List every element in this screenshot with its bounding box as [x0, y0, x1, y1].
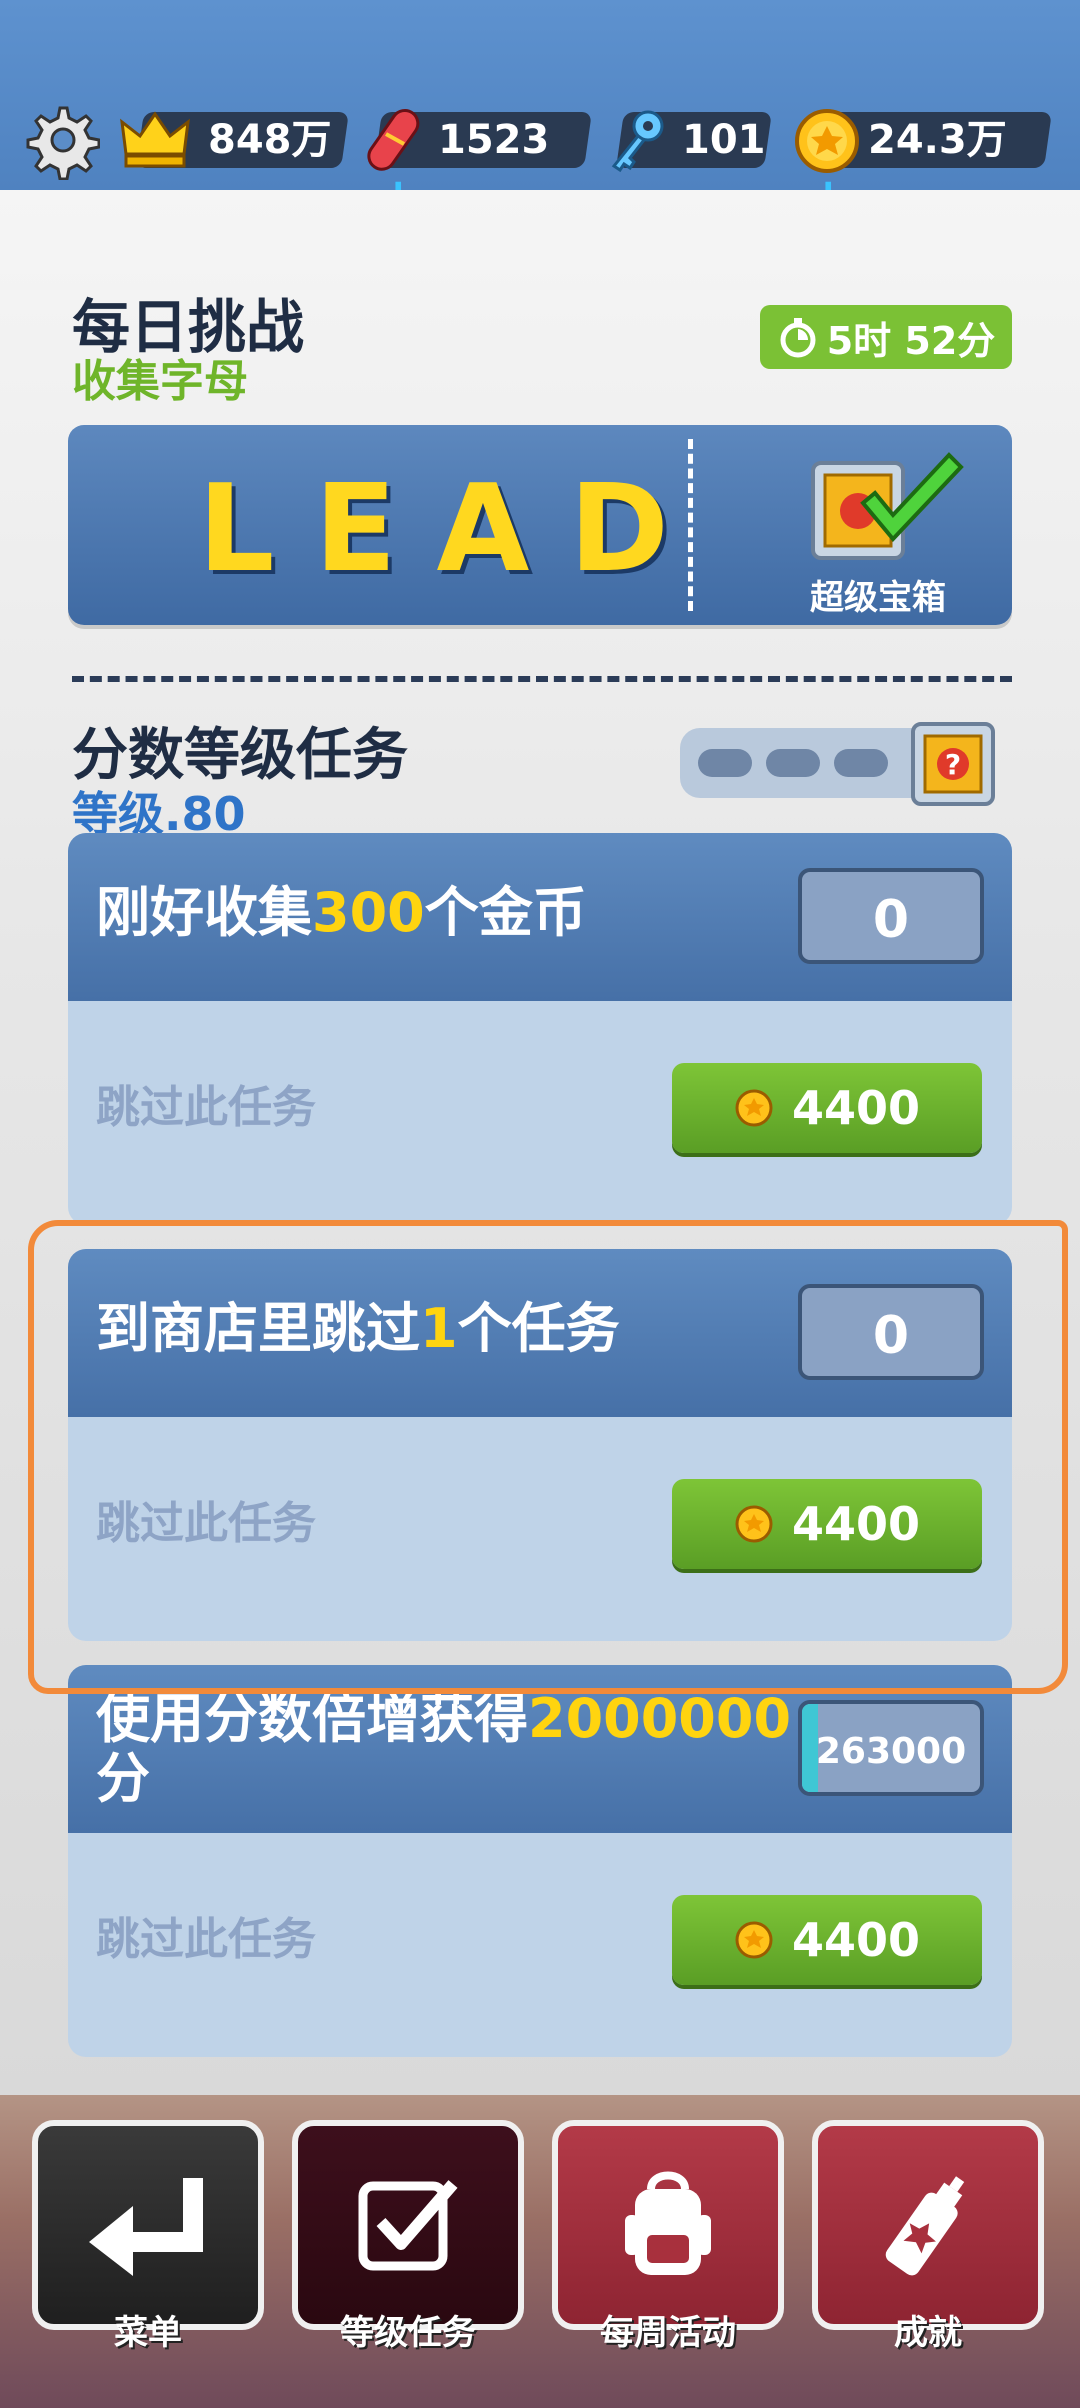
mission-card: 使用分数倍增获得2000000 分 263000 跳过此任务 4400: [68, 1665, 1012, 2057]
return-arrow-icon: [89, 2178, 203, 2276]
daily-timer: 5时 52分: [760, 305, 1012, 369]
progress-slot: [834, 749, 888, 777]
crown-value: 848万: [208, 117, 332, 163]
daily-word-box: LEAD 超级宝箱: [68, 425, 1012, 625]
coin-icon: [795, 109, 859, 173]
daily-word: LEAD: [198, 460, 709, 599]
daily-challenge-subtitle: 收集字母: [72, 356, 248, 407]
nav-menu-button[interactable]: [32, 2120, 264, 2330]
nav-ranked-missions-label: 等级任务: [340, 2313, 476, 2353]
mission-counter: 263000: [798, 1700, 984, 1796]
mission-title: 刚好收集300个金币: [96, 883, 816, 943]
mission-title-text: 使用分数倍增获得: [96, 1687, 528, 1750]
mission-title-text: 个金币: [424, 881, 587, 944]
progress-slot: [766, 749, 820, 777]
mission-target: 300: [312, 881, 425, 944]
word-divider: [688, 439, 693, 611]
counter-value: 263000: [815, 1731, 967, 1772]
hoverboard-value: 1523: [438, 117, 550, 163]
mission-card: 刚好收集300个金币 0 跳过此任务 4400: [68, 833, 1012, 1225]
annotation-outline: [28, 1220, 1068, 1694]
nav-achievements-label: 成就: [894, 2313, 962, 2353]
hoverboard-icon: [367, 108, 420, 171]
nav-achievements-button[interactable]: [812, 2120, 1044, 2330]
stopwatch-icon: [780, 318, 816, 358]
mission-target: 2000000: [528, 1687, 792, 1750]
svg-text:?: ?: [945, 748, 961, 781]
skip-mission-button[interactable]: 4400: [672, 1895, 982, 1985]
spray-can-icon: [885, 2176, 965, 2276]
key-value: 101: [682, 117, 766, 163]
coin-icon: [735, 1089, 773, 1127]
skip-mission-button[interactable]: 4400: [672, 1063, 982, 1153]
super-chest-icon[interactable]: [783, 443, 973, 573]
skip-price: 4400: [791, 1913, 921, 1967]
checkbox-icon: [358, 2180, 458, 2271]
mission-title-text: 分: [96, 1747, 150, 1810]
coin-icon: [735, 1921, 773, 1959]
crown-icon: [120, 111, 190, 168]
nav-weekly-events-label: 每周活动: [600, 2313, 736, 2353]
mission-title-text: 刚好收集: [96, 881, 312, 944]
nav-menu-label: 菜单: [114, 2313, 182, 2353]
super-chest-label: 超级宝箱: [810, 578, 946, 618]
mission-counter: 0: [798, 868, 984, 964]
gear-icon[interactable]: [20, 100, 100, 180]
coin-value: 24.3万: [868, 117, 1007, 163]
mission-title: 使用分数倍增获得2000000 分: [96, 1689, 816, 1809]
key-icon: [611, 110, 664, 173]
progress-slot: [698, 749, 752, 777]
nav-ranked-missions-button[interactable]: [292, 2120, 524, 2330]
mystery-box-icon[interactable]: ?: [905, 716, 1001, 812]
section-divider: [72, 676, 1012, 682]
timer-text: 5时 52分: [826, 318, 996, 363]
skip-price: 4400: [791, 1081, 921, 1135]
nav-weekly-events-button[interactable]: [552, 2120, 784, 2330]
skip-mission-label: 跳过此任务: [96, 1082, 316, 1133]
backpack-icon: [625, 2171, 711, 2275]
skip-mission-label: 跳过此任务: [96, 1914, 316, 1965]
